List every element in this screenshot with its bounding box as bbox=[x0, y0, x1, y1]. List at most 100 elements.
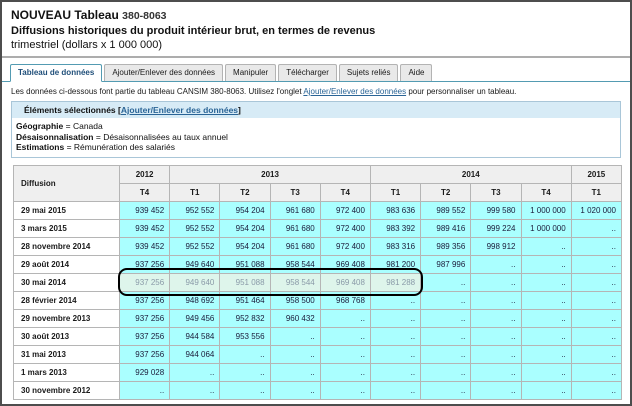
tab-ajouter-enlever-des-donnees[interactable]: Ajouter/Enlever des données bbox=[104, 64, 223, 81]
data-cell: .. bbox=[370, 363, 420, 381]
quarter-header: T1 bbox=[170, 183, 220, 201]
data-cell: 951 088 bbox=[220, 273, 270, 291]
diffusion-date-cell: 29 mai 2015 bbox=[14, 201, 120, 219]
page-title-main: NOUVEAU Tableau bbox=[11, 8, 119, 22]
tab-telecharger[interactable]: Télécharger bbox=[278, 64, 337, 81]
data-cell: .. bbox=[270, 345, 320, 363]
cansim-table-window: NOUVEAU Tableau 380-8063 Diffusions hist… bbox=[0, 0, 632, 406]
data-cell: 944 584 bbox=[170, 327, 220, 345]
table-row: 29 août 2014937 256949 640951 088958 544… bbox=[14, 255, 622, 273]
column-header-diffusion: Diffusion bbox=[14, 165, 120, 201]
data-cell: .. bbox=[471, 381, 521, 399]
data-cell: .. bbox=[421, 327, 471, 345]
equals-sign: = bbox=[96, 132, 101, 142]
data-cell: 1 000 000 bbox=[521, 201, 571, 219]
data-cell: 961 680 bbox=[270, 237, 320, 255]
year-header-2015: 2015 bbox=[571, 165, 621, 183]
table-number: 380-8063 bbox=[122, 10, 166, 22]
diffusion-date-cell: 1 mars 2013 bbox=[14, 363, 120, 381]
element-estimations: Estimations = Rémunération des salariés bbox=[16, 142, 612, 153]
table-row: 3 mars 2015939 452952 552954 204961 6809… bbox=[14, 219, 622, 237]
data-cell: .. bbox=[471, 291, 521, 309]
page-subtitle: Diffusions historiques du produit intéri… bbox=[11, 24, 620, 38]
data-cell: 960 432 bbox=[270, 309, 320, 327]
selected-elements-box: Éléments sélectionnés [Ajouter/Enlever d… bbox=[11, 101, 621, 158]
table-row: 30 mai 2014937 256949 640951 088958 5449… bbox=[14, 273, 622, 291]
tab-aide[interactable]: Aide bbox=[400, 64, 432, 81]
equals-sign: = bbox=[66, 121, 71, 131]
element-label: Désaisonnalisation bbox=[16, 132, 93, 142]
intro-add-remove-data-link[interactable]: Ajouter/Enlever des données bbox=[303, 87, 406, 96]
data-cell: 987 996 bbox=[421, 255, 471, 273]
table-row: 28 novembre 2014939 452952 552954 204961… bbox=[14, 237, 622, 255]
data-cell: .. bbox=[521, 273, 571, 291]
tab-sujets-relies[interactable]: Sujets reliés bbox=[339, 64, 399, 81]
diffusion-date-cell: 30 mai 2014 bbox=[14, 273, 120, 291]
diffusion-date-cell: 29 août 2014 bbox=[14, 255, 120, 273]
diffusion-date-cell: 28 novembre 2014 bbox=[14, 237, 120, 255]
data-cell: 951 464 bbox=[220, 291, 270, 309]
data-cell: .. bbox=[471, 273, 521, 291]
data-cell: 968 768 bbox=[320, 291, 370, 309]
quarter-header: T4 bbox=[120, 183, 170, 201]
data-cell: 937 256 bbox=[120, 255, 170, 273]
tab-tableau-de-donnees[interactable]: Tableau de données bbox=[10, 64, 102, 82]
data-cell: 972 400 bbox=[320, 237, 370, 255]
data-cell: .. bbox=[571, 309, 621, 327]
data-cell: .. bbox=[421, 309, 471, 327]
data-cell: 954 204 bbox=[220, 237, 270, 255]
data-cell: .. bbox=[220, 345, 270, 363]
data-cell: .. bbox=[270, 363, 320, 381]
elements-add-remove-data-link[interactable]: Ajouter/Enlever des données bbox=[121, 105, 238, 115]
data-cell: 952 832 bbox=[220, 309, 270, 327]
data-cell: 961 680 bbox=[270, 219, 320, 237]
data-cell: .. bbox=[421, 273, 471, 291]
data-cell: 981 288 bbox=[370, 273, 420, 291]
data-cell: .. bbox=[521, 309, 571, 327]
data-table-container: Diffusion2012201320142015T4T1T2T3T4T1T2T… bbox=[13, 165, 623, 400]
data-cell: 937 256 bbox=[120, 327, 170, 345]
bracket-close: ] bbox=[238, 105, 241, 115]
quarter-header: T2 bbox=[220, 183, 270, 201]
data-cell: .. bbox=[370, 309, 420, 327]
tab-bar: Tableau de données Ajouter/Enlever des d… bbox=[2, 58, 630, 82]
data-cell: 969 408 bbox=[320, 255, 370, 273]
table-row: 31 mai 2013937 256944 064...............… bbox=[14, 345, 622, 363]
data-cell: 998 912 bbox=[471, 237, 521, 255]
data-cell: 972 400 bbox=[320, 219, 370, 237]
selected-elements-list: Géographie = Canada Désaisonnalisation =… bbox=[12, 118, 620, 157]
data-cell: 989 356 bbox=[421, 237, 471, 255]
data-cell: 953 556 bbox=[220, 327, 270, 345]
element-label: Géographie bbox=[16, 121, 63, 131]
unit-line: trimestriel (dollars x 1 000 000) bbox=[11, 38, 620, 52]
data-cell: 939 452 bbox=[120, 237, 170, 255]
element-value: Canada bbox=[73, 121, 103, 131]
element-label: Estimations bbox=[16, 142, 64, 152]
data-cell: 954 204 bbox=[220, 201, 270, 219]
data-cell: 999 580 bbox=[471, 201, 521, 219]
table-row: 1 mars 2013929 028.................. bbox=[14, 363, 622, 381]
table-row: 29 novembre 2013937 256949 456952 832960… bbox=[14, 309, 622, 327]
data-cell: .. bbox=[170, 363, 220, 381]
data-cell: .. bbox=[571, 255, 621, 273]
data-cell: .. bbox=[320, 327, 370, 345]
table-header: Diffusion2012201320142015T4T1T2T3T4T1T2T… bbox=[14, 165, 622, 201]
data-cell: 949 640 bbox=[170, 273, 220, 291]
data-cell: .. bbox=[571, 327, 621, 345]
data-cell: 999 224 bbox=[471, 219, 521, 237]
element-desaisonnalisation: Désaisonnalisation = Désaisonnalisées au… bbox=[16, 132, 612, 143]
intro-before: Les données ci-dessous font partie du ta… bbox=[11, 87, 303, 96]
data-cell: 937 256 bbox=[120, 291, 170, 309]
data-cell: .. bbox=[320, 381, 370, 399]
data-cell: .. bbox=[571, 237, 621, 255]
data-cell: .. bbox=[571, 219, 621, 237]
data-cell: 939 452 bbox=[120, 201, 170, 219]
diffusion-date-cell: 30 novembre 2012 bbox=[14, 381, 120, 399]
data-cell: .. bbox=[471, 309, 521, 327]
data-cell: .. bbox=[521, 345, 571, 363]
data-cell: 952 552 bbox=[170, 201, 220, 219]
selected-elements-header: Éléments sélectionnés [Ajouter/Enlever d… bbox=[12, 102, 620, 118]
quarter-header: T1 bbox=[571, 183, 621, 201]
data-cell: .. bbox=[521, 237, 571, 255]
tab-manipuler[interactable]: Manipuler bbox=[225, 64, 276, 81]
